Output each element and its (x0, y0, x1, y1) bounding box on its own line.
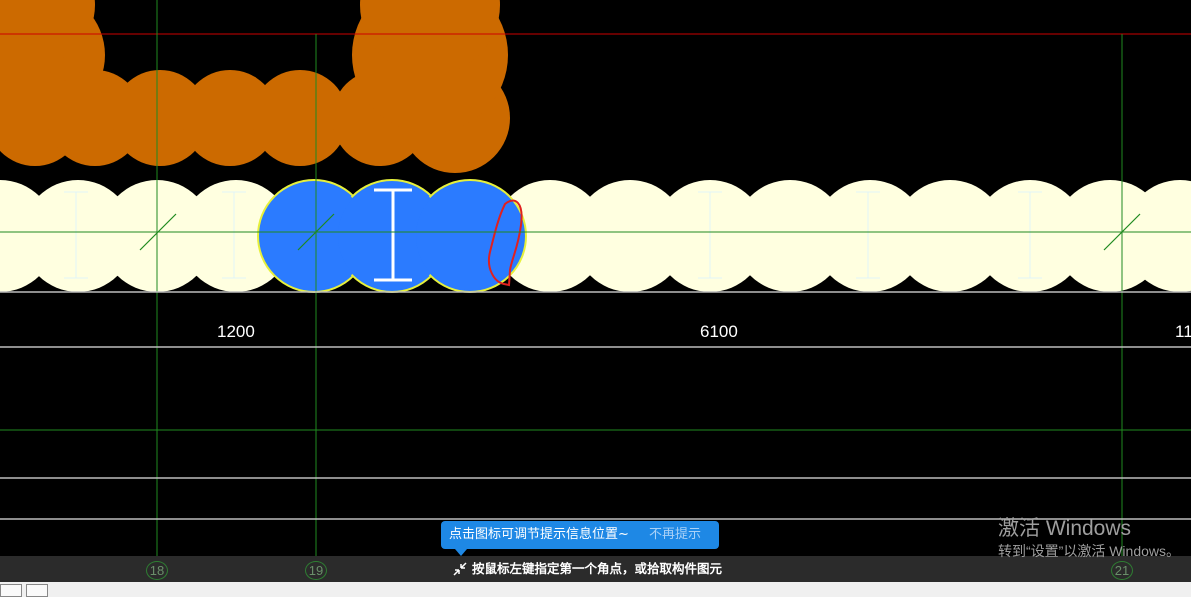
beam-band[interactable] (0, 180, 1191, 292)
layout-tab-button[interactable] (0, 584, 22, 597)
command-prompt: 按鼠标左键指定第一个角点，或拾取构件图元 (472, 561, 723, 576)
bottom-toolbar (0, 582, 1191, 597)
selected-member[interactable] (257, 179, 527, 293)
dimension-lines (0, 291, 1191, 520)
watermark-title: 激活 Windows (998, 517, 1132, 540)
hint-text: 点击图标可调节提示信息位置~ (449, 527, 629, 542)
dimension-6100: 6100 (700, 322, 738, 341)
dimension-1200: 1200 (217, 322, 255, 341)
collapse-arrows-icon[interactable] (452, 561, 468, 577)
axis-label-18[interactable]: 18 (146, 561, 168, 580)
drawing-canvas[interactable] (0, 0, 1191, 597)
hint-arrow (455, 549, 467, 556)
hint-tooltip[interactable]: 点击图标可调节提示信息位置~ 不再提示 (441, 521, 719, 556)
windows-activation-watermark: 激活 Windows 转到“设置”以激活 Windows。 (998, 516, 1180, 560)
dont-show-again-button[interactable]: 不再提示 (649, 521, 701, 549)
axis-label-21[interactable]: 21 (1111, 561, 1133, 580)
view-tab-button[interactable] (26, 584, 48, 597)
axis-label-19[interactable]: 19 (305, 561, 327, 580)
watermark-subtitle: 转到“设置”以激活 Windows。 (998, 543, 1181, 559)
orange-member-group[interactable] (0, 0, 510, 173)
dimension-right-partial: 11 (1175, 322, 1191, 341)
